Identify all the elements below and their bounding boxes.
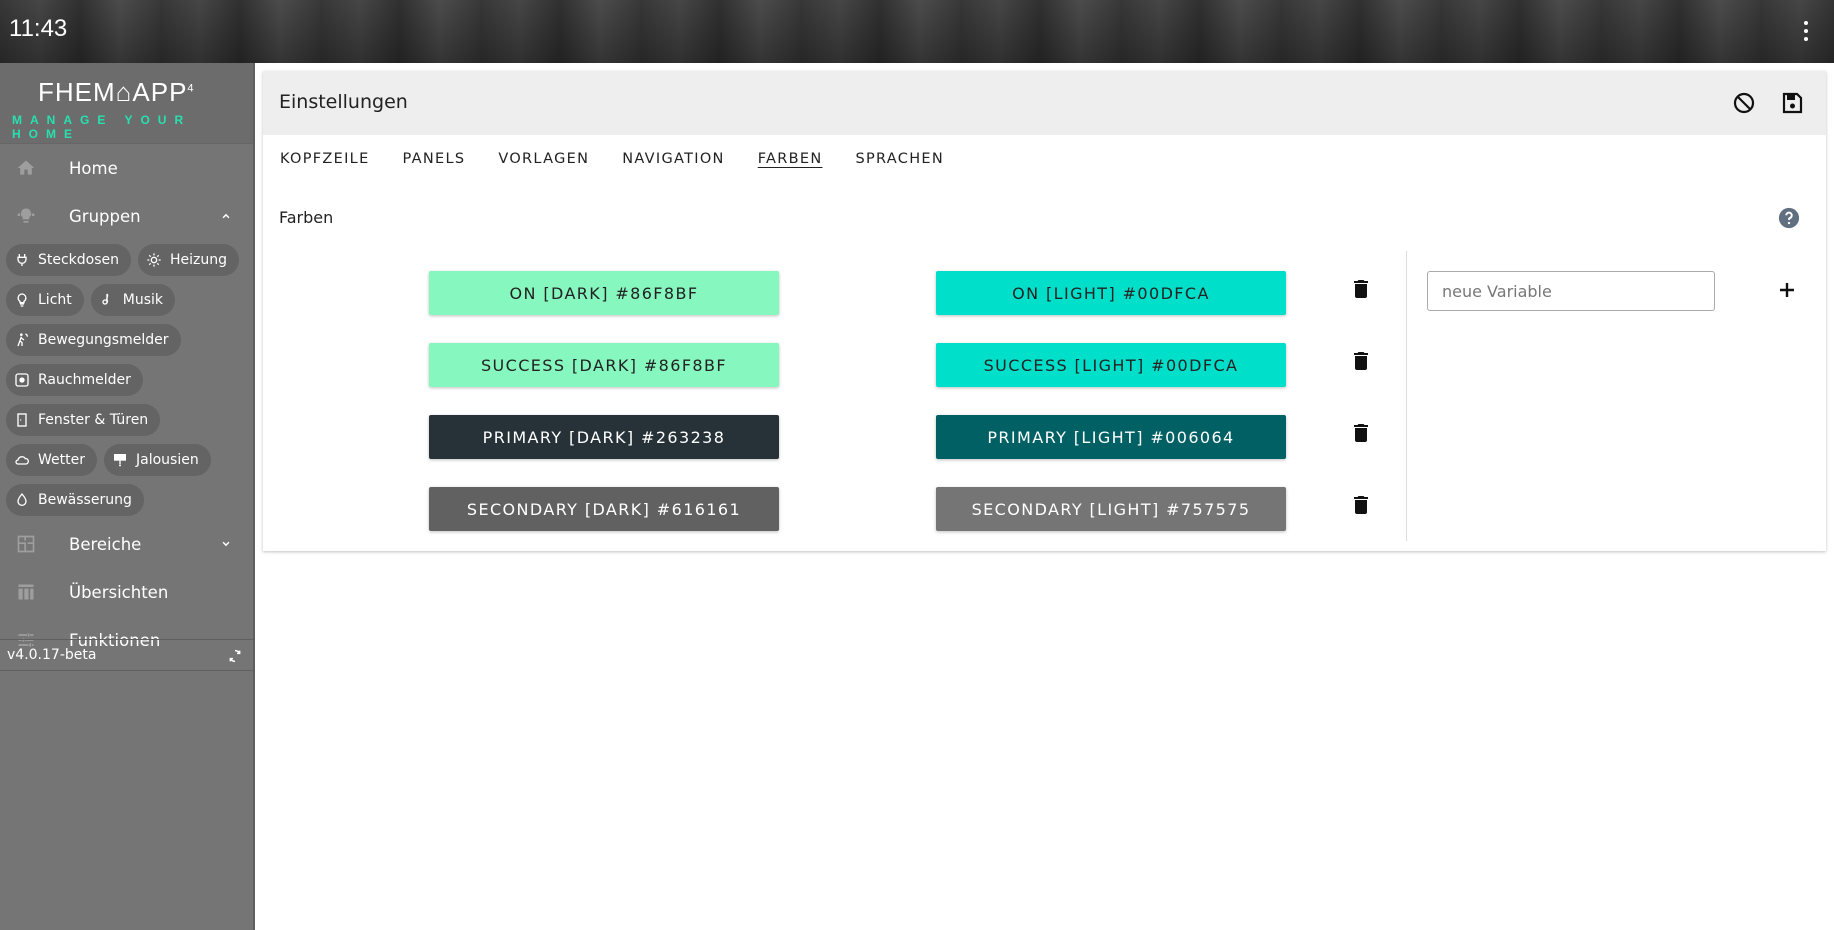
chip-heizung[interactable]: Heizung [138, 244, 240, 276]
tab-farben[interactable]: FARBEN [758, 151, 823, 167]
settings-tabs: KOPFZEILE PANELS VORLAGEN NAVIGATION FAR… [263, 135, 1826, 183]
delete-icon[interactable] [1349, 349, 1373, 373]
chip-fenster-tueren[interactable]: Fenster & Türen [6, 404, 161, 436]
logo-subtitle: MANAGE YOUR HOME [12, 113, 192, 141]
chip-jalousien[interactable]: Jalousien [103, 444, 211, 476]
plug-icon [17, 254, 27, 266]
color-button-label: ON [LIGHT] #00DFCA [1012, 283, 1210, 303]
delete-icon[interactable] [1349, 277, 1373, 301]
sidebar-item-groups[interactable]: Gruppen [0, 192, 253, 240]
color-on-dark-button[interactable]: ON [DARK] #86F8BF [429, 271, 779, 315]
color-button-label: SUCCESS [LIGHT] #00DFCA [983, 355, 1239, 375]
home-icon [17, 160, 35, 175]
chip-steckdosen[interactable]: Steckdosen [6, 244, 132, 276]
page-title: Einstellungen [279, 91, 408, 113]
tab-vorlagen[interactable]: VORLAGEN [498, 151, 589, 167]
version-label: v4.0.17-beta [7, 647, 97, 663]
color-button-label: SECONDARY [DARK] #616161 [466, 499, 742, 519]
sidebar-item-overviews[interactable]: Übersichten [0, 568, 253, 616]
color-on-light-button[interactable]: ON [LIGHT] #00DFCA [936, 271, 1286, 315]
app-logo: FHEM⌂APP4 MANAGE YOUR HOME [0, 63, 253, 144]
color-success-dark-button[interactable]: SUCCESS [DARK] #86F8BF [429, 343, 779, 387]
motion-icon [17, 333, 28, 347]
tab-panels[interactable]: PANELS [403, 151, 466, 167]
chip-bewegungsmelder[interactable]: Bewegungsmelder [6, 324, 181, 356]
sidebar-item-label: Übersichten [69, 582, 169, 602]
weather-icon [15, 456, 30, 465]
group-chips: Steckdosen Heizung Licht Musik Bewegungs… [0, 240, 253, 520]
settings-panel: Einstellungen KOPFZEILE PANELS VORLAGEN … [263, 71, 1826, 551]
color-secondary-dark-button[interactable]: SECONDARY [DARK] #616161 [429, 487, 779, 531]
delete-icon[interactable] [1349, 421, 1373, 445]
sidebar-item-label: Bereiche [69, 534, 142, 554]
chip-label: Steckdosen [38, 252, 120, 268]
chip-label: Fenster & Türen [38, 412, 149, 428]
chevron-down-icon[interactable] [219, 537, 233, 551]
color-primary-light-button[interactable]: PRIMARY [LIGHT] #006064 [936, 415, 1286, 459]
chip-label: Heizung [170, 252, 228, 268]
smoke-detector-icon [15, 373, 29, 387]
sidebar-item-label: Gruppen [69, 206, 141, 226]
logo-version-mark: 4 [187, 82, 195, 95]
sidebar-item-areas[interactable]: Bereiche [0, 520, 253, 568]
tab-navigation[interactable]: NAVIGATION [622, 151, 724, 167]
color-button-label: SECONDARY [LIGHT] #757575 [971, 499, 1251, 519]
chip-label: Licht [38, 292, 72, 308]
house-roof-icon: ⌂ [115, 77, 133, 107]
clock: 11:43 [9, 15, 68, 42]
chip-label: Musik [122, 292, 163, 308]
top-header: 11:43 [0, 0, 1834, 63]
lightbulb-group-icon [17, 208, 35, 223]
view-column-icon [18, 584, 34, 600]
app-version: v4.0.17-beta [0, 639, 253, 671]
refresh-icon[interactable] [227, 648, 243, 664]
sidebar: FHEM⌂APP4 MANAGE YOUR HOME Home Gruppen … [0, 63, 255, 930]
color-button-label: PRIMARY [LIGHT] #006064 [987, 427, 1235, 447]
bulb-icon [17, 293, 27, 307]
color-button-label: ON [DARK] #86F8BF [509, 283, 699, 303]
music-icon [102, 293, 109, 305]
more-vert-icon[interactable] [1800, 18, 1812, 44]
new-variable-input[interactable] [1427, 271, 1715, 311]
panel-header: Einstellungen [263, 71, 1826, 135]
chip-rauchmelder[interactable]: Rauchmelder [6, 364, 143, 396]
chip-label: Jalousien [135, 452, 199, 468]
chip-label: Bewegungsmelder [38, 332, 169, 348]
sidebar-item-label: Home [69, 158, 118, 178]
save-icon[interactable] [1780, 91, 1804, 115]
water-drop-icon [17, 492, 27, 506]
logo-title-app: APP [132, 77, 188, 107]
chip-label: Bewässerung [38, 492, 132, 508]
color-button-label: SUCCESS [DARK] #86F8BF [480, 355, 727, 375]
chip-wetter[interactable]: Wetter [6, 444, 97, 476]
color-success-light-button[interactable]: SUCCESS [LIGHT] #00DFCA [936, 343, 1286, 387]
sidebar-item-home[interactable]: Home [0, 144, 253, 192]
blinds-icon [113, 454, 126, 467]
door-icon [17, 413, 27, 427]
color-primary-dark-button[interactable]: PRIMARY [DARK] #263238 [429, 415, 779, 459]
color-button-label: PRIMARY [DARK] #263238 [482, 427, 726, 447]
tab-kopfzeile[interactable]: KOPFZEILE [280, 151, 370, 167]
chevron-up-icon[interactable] [219, 209, 233, 223]
chip-licht[interactable]: Licht [6, 284, 84, 316]
chip-label: Rauchmelder [38, 372, 131, 388]
cancel-icon[interactable] [1732, 91, 1756, 115]
chip-bewaesserung[interactable]: Bewässerung [6, 484, 144, 516]
logo-title-fhem: FHEM [38, 77, 116, 107]
heater-icon [147, 253, 161, 267]
divider [1406, 251, 1407, 541]
section-title: Farben [279, 208, 334, 227]
chip-musik[interactable]: Musik [90, 284, 175, 316]
chip-label: Wetter [38, 452, 85, 468]
add-icon[interactable] [1775, 278, 1799, 302]
color-secondary-light-button[interactable]: SECONDARY [LIGHT] #757575 [936, 487, 1286, 531]
tab-sprachen[interactable]: SPRACHEN [855, 151, 944, 167]
delete-icon[interactable] [1349, 493, 1373, 517]
floorplan-icon [17, 535, 35, 553]
help-icon[interactable] [1778, 207, 1800, 229]
